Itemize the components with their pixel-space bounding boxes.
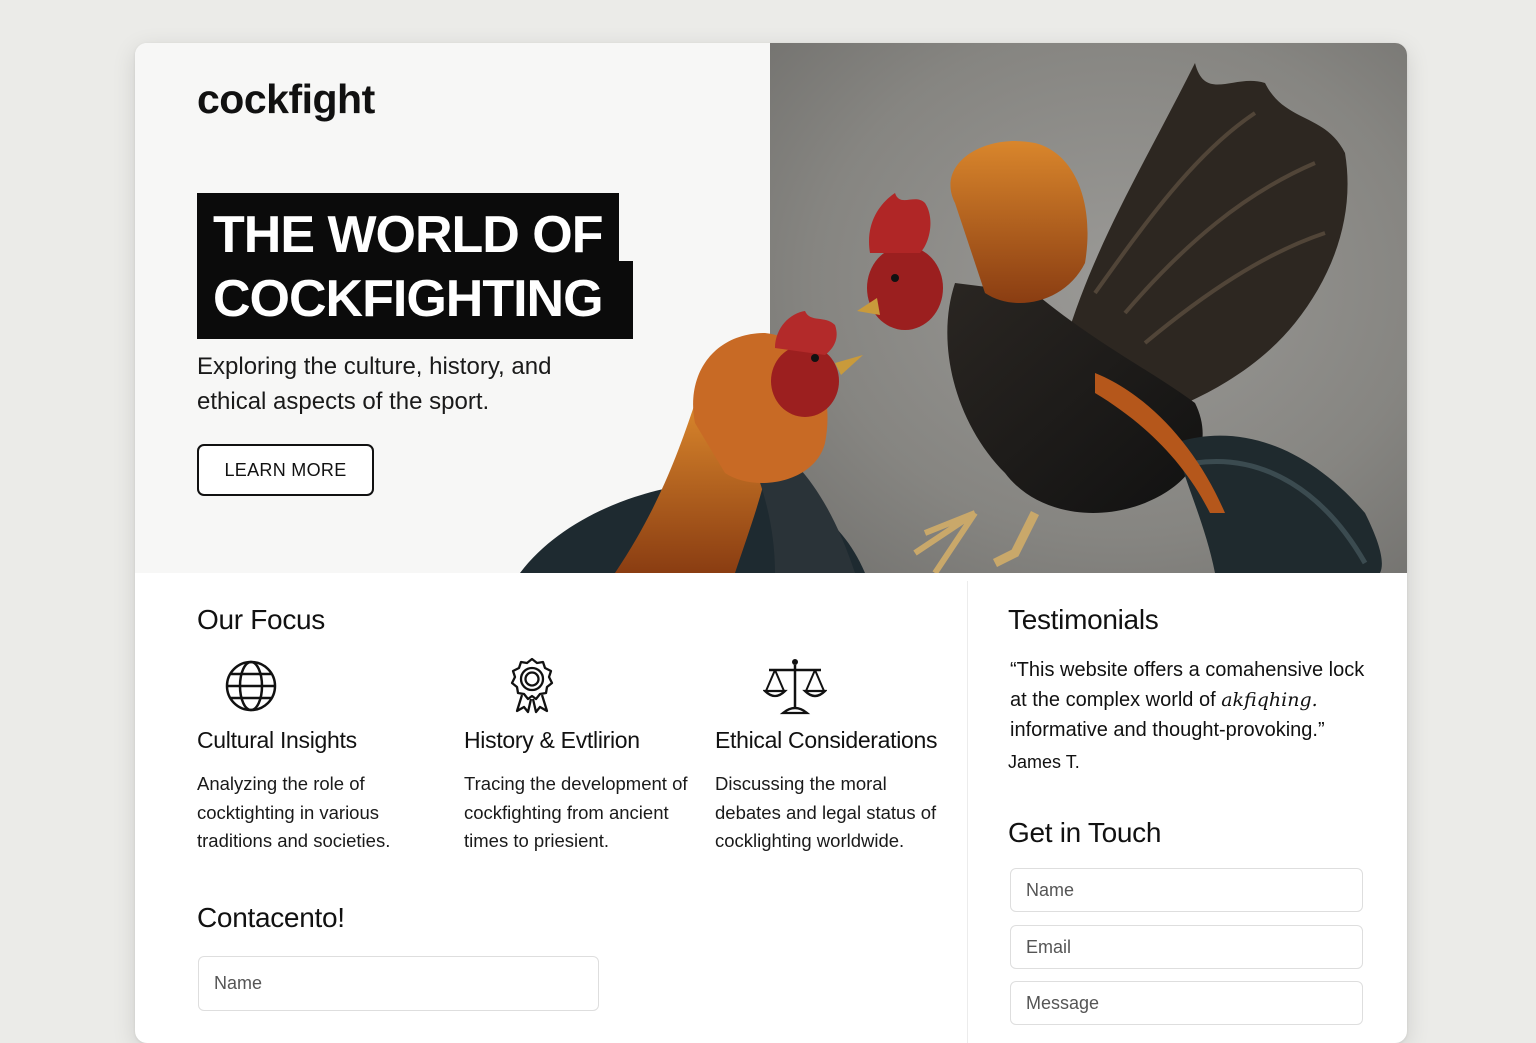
learn-more-button[interactable]: LEARN MORE (197, 444, 374, 496)
name-field[interactable] (1010, 868, 1363, 912)
focus-desc-cultural: Analyzing the role of cocktighting in va… (197, 773, 391, 851)
focus-title-ethical: Ethical Considerations (715, 727, 938, 753)
globe-icon (225, 660, 277, 712)
focus-title-cultural: Cultural Insights (197, 727, 357, 753)
focus-desc-ethical: Discussing the moral debates and legal s… (715, 773, 937, 851)
hero-title-line-1: THE WORLD OF (197, 193, 619, 265)
message-field[interactable] (1010, 981, 1363, 1025)
contact-heading: Contacento! (197, 902, 345, 933)
column-divider (967, 581, 968, 1043)
award-ribbon-icon (510, 657, 554, 714)
testimonial-quote-script: akfiqhing. (1221, 689, 1318, 711)
hero-section: cockfight THE WORLD OF COCKFIGHTING Expl… (135, 43, 1407, 573)
focus-title-history: History & Evtlirion (464, 727, 640, 753)
contact-name-field[interactable] (198, 956, 599, 1011)
our-focus-heading: Our Focus (197, 604, 326, 635)
testimonial-quote-text-2: informative and thought-provoking.” (1010, 719, 1325, 741)
hero-subtitle: Exploring the culture, history, and ethi… (197, 353, 552, 415)
testimonials-heading: Testimonials (1008, 604, 1159, 635)
testimonial-quote: “This website offers a comahensive lock … (1010, 655, 1380, 745)
focus-desc-history: Tracing the development of cockfighting … (464, 773, 688, 851)
brand-logo[interactable]: cockfight (197, 76, 375, 123)
page-card: cockfight THE WORLD OF COCKFIGHTING Expl… (135, 43, 1407, 1043)
get-in-touch-heading: Get in Touch (1008, 817, 1162, 848)
scales-icon (763, 659, 827, 715)
hero-title-line-2: COCKFIGHTING (197, 261, 633, 339)
testimonial-author: James T. (1008, 752, 1080, 772)
email-field[interactable] (1010, 925, 1363, 969)
